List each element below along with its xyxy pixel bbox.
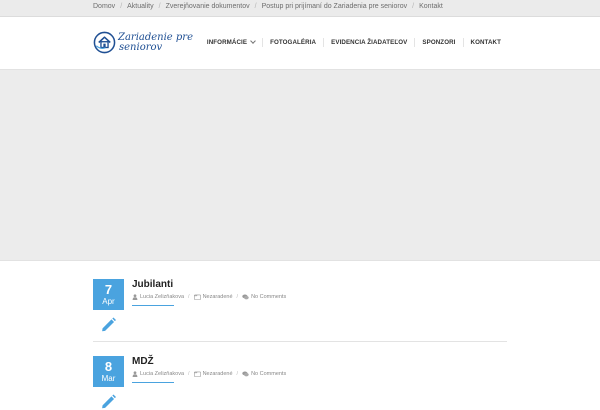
post-comments[interactable]: No Comments: [251, 294, 286, 300]
logo-line-1: Zariadenie pre: [118, 31, 194, 43]
meta-separator: /: [188, 294, 190, 300]
user-icon: [132, 371, 138, 377]
folder-icon: [193, 294, 201, 300]
nav-item-kontakt[interactable]: KONTAKT: [462, 38, 502, 47]
post-author[interactable]: Lucia Zelizňakova: [140, 371, 184, 377]
top-bar: Domov / Aktuality / Zverejňovanie dokume…: [0, 0, 600, 17]
nav-item-label: EVIDENCIA ŽIADATEĽOV: [331, 39, 408, 46]
breadcrumb: Domov / Aktuality / Zverejňovanie dokume…: [93, 3, 443, 10]
post-month: Apr: [102, 297, 115, 306]
post-meta: Lucia Zelizňakova / Nezaradené / No Comm…: [132, 294, 286, 300]
folder-icon: [193, 371, 201, 377]
post-month: Mar: [101, 374, 116, 383]
breadcrumb-separator: /: [412, 3, 415, 10]
post-category[interactable]: Nezaradené: [203, 294, 233, 300]
post-title[interactable]: MDŽ: [132, 356, 154, 367]
breadcrumb-kontakt[interactable]: Kontakt: [419, 3, 443, 10]
breadcrumb-postup[interactable]: Postup pri prijímaní do Zariadenia pre s…: [262, 3, 408, 10]
post-date-badge: 7 Apr: [93, 279, 124, 310]
meta-separator: /: [188, 371, 190, 377]
nav-item-label: SPONZORI: [422, 39, 456, 46]
post-date-badge: 8 Mar: [93, 356, 124, 387]
breadcrumb-domov[interactable]: Domov: [93, 3, 115, 10]
meta-separator: /: [236, 294, 239, 300]
breadcrumb-aktuality[interactable]: Aktuality: [127, 3, 153, 10]
chevron-down-icon: [250, 38, 256, 44]
user-icon: [132, 294, 138, 300]
post-meta: Lucia Zelizňakova / Nezaradené / No Comm…: [132, 371, 286, 377]
nav-item-label: KONTAKT: [470, 39, 501, 46]
main-nav: INFORMÁCIE FOTOGALÉRIA EVIDENCIA ŽIADATE…: [200, 38, 501, 47]
nav-item-fotogaleria[interactable]: FOTOGALÉRIA: [262, 38, 323, 47]
nav-item-informacie[interactable]: INFORMÁCIE: [200, 38, 262, 47]
title-underline: [132, 382, 174, 383]
site-logo[interactable]: Zariadenie pre seniorov: [93, 31, 193, 54]
blog-post: 8 Mar MDŽ Lucia Zelizňakova / Nezaradené…: [93, 356, 507, 409]
nav-item-evidencia-ziadatelov[interactable]: EVIDENCIA ŽIADATEĽOV: [323, 38, 414, 47]
nav-item-sponzori[interactable]: SPONZORI: [414, 38, 462, 47]
breadcrumb-separator: /: [158, 3, 161, 10]
pencil-icon[interactable]: [100, 316, 117, 333]
post-author[interactable]: Lucia Zelizňakova: [140, 294, 184, 300]
meta-separator: /: [236, 371, 239, 377]
post-comments[interactable]: No Comments: [251, 371, 286, 377]
breadcrumb-zverejnovanie[interactable]: Zverejňovanie dokumentov: [166, 3, 250, 10]
pencil-icon[interactable]: [100, 393, 117, 410]
breadcrumb-separator: /: [120, 3, 123, 10]
post-day: 8: [104, 359, 113, 374]
logo-line-2: seniorov: [119, 41, 163, 53]
site-header: Zariadenie pre seniorov INFORMÁCIE FOTOG…: [0, 17, 600, 70]
nav-item-label: INFORMÁCIE: [206, 39, 248, 46]
logo-text: Zariadenie pre seniorov: [118, 31, 194, 53]
nav-item-label: FOTOGALÉRIA: [270, 39, 317, 46]
post-title[interactable]: Jubilanti: [132, 279, 173, 290]
hero-banner: [0, 70, 600, 261]
post-category[interactable]: Nezaradené: [203, 371, 233, 377]
comments-icon: [242, 371, 249, 377]
comments-icon: [242, 294, 249, 300]
blog-post: 7 Apr Jubilanti Lucia Zelizňakova / Neza…: [93, 279, 507, 342]
house-circle-icon: [93, 31, 116, 54]
title-underline: [132, 305, 174, 306]
post-day: 7: [104, 282, 113, 297]
breadcrumb-separator: /: [254, 3, 257, 10]
